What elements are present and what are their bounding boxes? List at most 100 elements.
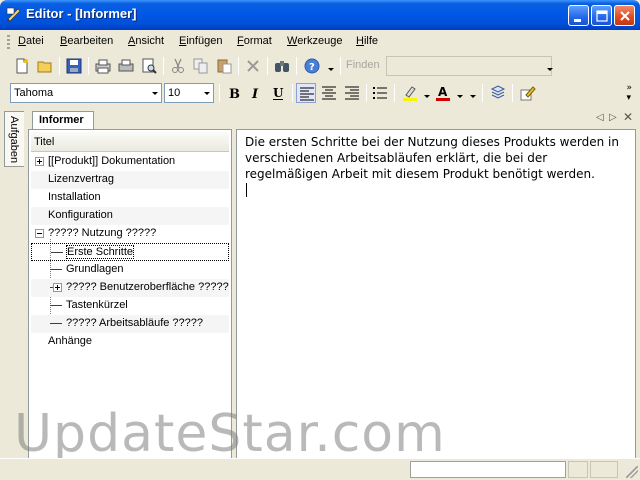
menu-ansicht[interactable]: Ansicht xyxy=(128,35,164,47)
minimize-button[interactable] xyxy=(568,5,589,26)
find-input[interactable] xyxy=(386,56,552,76)
print-preview-button[interactable] xyxy=(139,56,159,76)
expand-icon[interactable] xyxy=(53,283,62,292)
stack-icon xyxy=(490,85,506,99)
expand-icon[interactable] xyxy=(35,157,44,166)
styles-button[interactable] xyxy=(488,83,508,103)
underline-button[interactable]: U xyxy=(268,83,288,103)
menu-datei[interactable]: Datei xyxy=(18,35,44,47)
collapse-icon[interactable] xyxy=(35,229,44,238)
align-center-button[interactable] xyxy=(319,83,339,103)
delete-button[interactable] xyxy=(243,56,263,76)
tree-item[interactable]: Tastenkürzel xyxy=(31,297,229,315)
tree-item[interactable]: Anhänge xyxy=(31,333,229,351)
cut-button[interactable] xyxy=(168,56,188,76)
format-toolbar: Tahoma 10 B I U A » ▾ xyxy=(4,80,636,106)
status-panel xyxy=(590,461,618,478)
maximize-button[interactable] xyxy=(591,5,612,26)
standard-toolbar: ? Finden xyxy=(4,53,636,79)
scissors-icon xyxy=(172,58,184,73)
close-panel-icon[interactable]: ✕ xyxy=(623,110,633,124)
tree-item-label: Lizenzvertrag xyxy=(48,173,115,185)
menu-format[interactable]: Format xyxy=(237,35,272,47)
tree-item[interactable]: ????? Benutzeroberfläche ????? xyxy=(31,279,229,297)
toolbar-separator xyxy=(394,84,395,102)
page-setup-button[interactable] xyxy=(93,56,113,76)
svg-text:B: B xyxy=(229,87,240,101)
tree-item-label: Installation xyxy=(48,191,101,203)
align-left-button[interactable] xyxy=(296,83,316,103)
tree-item[interactable]: Grundlagen xyxy=(31,261,229,279)
print-button[interactable] xyxy=(116,56,136,76)
minimize-icon xyxy=(574,19,581,22)
window-title: Editor - [Informer] xyxy=(26,6,137,21)
bullet-list-icon xyxy=(373,87,387,99)
tree-item-label: Konfiguration xyxy=(48,209,113,221)
tree-item[interactable]: Installation xyxy=(31,189,229,207)
more-dropdown-arrow[interactable] xyxy=(470,95,476,98)
italic-button[interactable]: I xyxy=(246,83,266,103)
menubar-grip[interactable] xyxy=(7,35,10,49)
font-size-combo[interactable]: 10 xyxy=(164,83,214,103)
toolbar-overflow-icon[interactable]: » ▾ xyxy=(626,83,632,103)
tree-connector xyxy=(50,305,62,306)
new-button[interactable] xyxy=(12,56,32,76)
save-button[interactable] xyxy=(64,56,84,76)
help-dropdown-arrow[interactable] xyxy=(328,68,334,71)
scroll-right-icon[interactable]: ▷ xyxy=(609,112,617,123)
tree-column-header[interactable]: Titel xyxy=(31,132,229,152)
copy-icon xyxy=(193,58,208,74)
tree-item[interactable]: Konfiguration xyxy=(31,207,229,225)
menu-werkzeuge[interactable]: Werkzeuge xyxy=(287,35,342,47)
scroll-left-icon[interactable]: ◁ xyxy=(596,112,604,123)
font-color-icon: A xyxy=(436,85,450,101)
folder-icon xyxy=(37,61,52,73)
close-button[interactable] xyxy=(614,5,635,26)
bold-icon: B xyxy=(229,87,240,101)
toolbar-separator xyxy=(292,84,293,102)
menu-einfuegen[interactable]: Einfügen xyxy=(179,35,222,47)
find-dropdown-arrow[interactable] xyxy=(547,68,553,71)
tree-item-label: Anhänge xyxy=(48,335,93,347)
resize-grip-icon[interactable] xyxy=(626,466,638,478)
tree-item-label: [[Produkt]] Dokumentation xyxy=(48,155,176,167)
text-caret xyxy=(246,183,247,197)
tasks-tab-label: Aufgaben xyxy=(8,116,20,164)
tree-item[interactable]: ????? Nutzung ????? xyxy=(31,225,229,243)
bold-button[interactable]: B xyxy=(224,83,244,103)
highlight-button[interactable] xyxy=(400,83,420,103)
maximize-icon xyxy=(596,10,608,22)
find-label: Finden xyxy=(346,59,380,71)
tree-item[interactable]: [[Produkt]] Dokumentation xyxy=(31,153,229,171)
font-combo[interactable]: Tahoma xyxy=(10,83,162,103)
align-right-button[interactable] xyxy=(342,83,362,103)
toolbar-separator xyxy=(340,57,341,75)
find-button[interactable] xyxy=(272,56,292,76)
chevron-down-icon xyxy=(152,92,158,95)
tree-column-title: Titel xyxy=(34,136,55,148)
paste-button[interactable] xyxy=(214,56,234,76)
toolbar-separator xyxy=(267,57,268,75)
menu-hilfe[interactable]: Hilfe xyxy=(356,35,378,47)
copy-button[interactable] xyxy=(191,56,211,76)
bullet-list-button[interactable] xyxy=(370,83,390,103)
tree-item[interactable]: ????? Arbeitsabläufe ????? xyxy=(31,315,229,333)
binoculars-icon xyxy=(275,61,289,72)
open-button[interactable] xyxy=(35,56,55,76)
font-combo-value: Tahoma xyxy=(14,87,54,99)
status-panel xyxy=(410,461,566,478)
tasks-side-tab[interactable]: Aufgaben xyxy=(4,111,24,167)
font-color-dropdown-arrow[interactable] xyxy=(457,95,463,98)
font-color-button[interactable]: A xyxy=(433,83,453,103)
align-right-icon xyxy=(345,86,359,100)
tree-item-label: Tastenkürzel xyxy=(66,299,128,311)
highlight-dropdown-arrow[interactable] xyxy=(424,95,430,98)
menu-bearbeiten[interactable]: Bearbeiten xyxy=(60,35,113,47)
title-bar[interactable]: Editor - [Informer] xyxy=(0,0,640,30)
help-button[interactable]: ? xyxy=(302,56,322,76)
tab-informer[interactable]: Informer xyxy=(32,111,94,129)
edit-button[interactable] xyxy=(518,83,538,103)
toolbar-separator xyxy=(512,84,513,102)
tree-item[interactable]: Lizenzvertrag xyxy=(31,171,229,189)
tree-item-selected[interactable]: Erste Schritte xyxy=(31,243,229,261)
